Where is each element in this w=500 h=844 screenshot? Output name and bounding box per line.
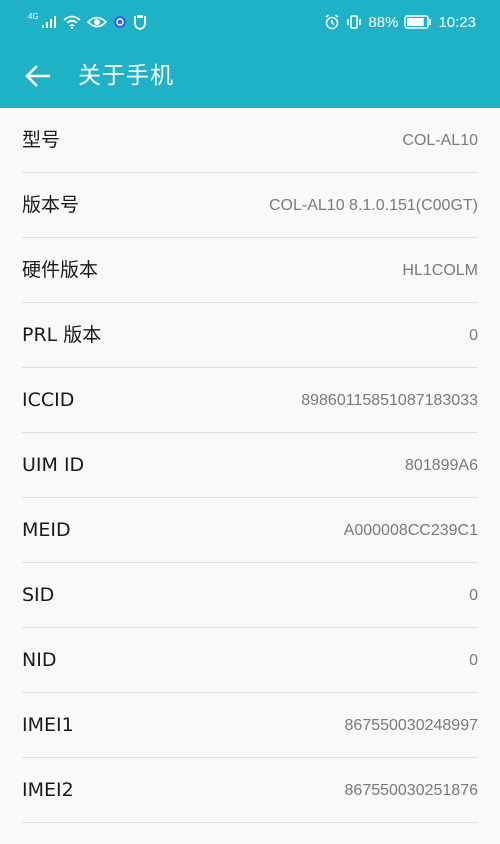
info-row-label: NID [22,649,57,671]
info-row-label: UIM ID [22,454,85,476]
network-type-label: 4G [28,11,39,21]
info-row-hardware-version[interactable]: 硬件版本 HL1COLM [0,238,500,303]
back-arrow-icon [24,64,52,88]
status-bar-left: 4G [28,10,147,34]
info-row-label: ICCID [22,389,75,411]
alarm-icon [324,14,340,30]
status-bar: 4G 88% 10:23 [0,0,500,44]
page-title: 关于手机 [78,63,174,89]
signal-icon [41,15,57,29]
info-row-value: 0 [469,652,478,669]
info-row-imei2[interactable]: IMEI2 867550030251876 [0,758,500,823]
info-row-meid[interactable]: MEID A000008CC239C1 [0,498,500,563]
info-row-value: 89860115851087183033 [301,392,478,409]
row-divider [22,822,478,823]
status-bar-right: 88% 10:23 [324,10,476,34]
info-row-prl-version[interactable]: PRL 版本 0 [0,303,500,368]
vibrate-icon [346,14,362,30]
info-row-label: 版本号 [22,194,80,216]
info-row-model[interactable]: 型号 COL-AL10 [0,108,500,173]
battery-icon [404,15,432,29]
info-row-value: 867550030251876 [344,782,478,799]
back-button[interactable] [18,56,58,96]
info-row-label: IMEI1 [22,714,74,736]
info-row-label: PRL 版本 [22,324,102,346]
device-info-list: 型号 COL-AL10 版本号 COL-AL10 8.1.0.151(C00GT… [0,108,500,823]
wifi-icon [63,15,81,29]
info-row-value: HL1COLM [402,262,478,279]
info-row-label: 型号 [22,129,61,151]
info-row-value: 0 [469,587,478,604]
info-row-nid[interactable]: NID 0 [0,628,500,693]
info-row-value: A000008CC239C1 [343,522,478,539]
info-row-value: COL-AL10 8.1.0.151(C00GT) [269,197,478,214]
info-row-label: SID [22,584,55,606]
info-row-value: COL-AL10 [402,132,478,149]
shield-icon [133,14,147,30]
app-bar: 关于手机 [0,44,500,108]
clock-time: 10:23 [438,13,476,31]
info-row-value: 0 [469,327,478,344]
info-row-label: IMEI2 [22,779,74,801]
info-row-build-number[interactable]: 版本号 COL-AL10 8.1.0.151(C00GT) [0,173,500,238]
info-row-uim-id[interactable]: UIM ID 801899A6 [0,433,500,498]
info-row-imei1[interactable]: IMEI1 867550030248997 [0,693,500,758]
info-row-label: 硬件版本 [22,259,99,281]
info-row-value: 867550030248997 [344,717,478,734]
info-row-label: MEID [22,519,71,541]
app-notification-icon [113,15,127,29]
battery-percent: 88% [368,13,399,31]
info-row-iccid[interactable]: ICCID 89860115851087183033 [0,368,500,433]
info-row-value: 801899A6 [405,457,478,474]
info-row-sid[interactable]: SID 0 [0,563,500,628]
eye-comfort-icon [86,15,107,29]
